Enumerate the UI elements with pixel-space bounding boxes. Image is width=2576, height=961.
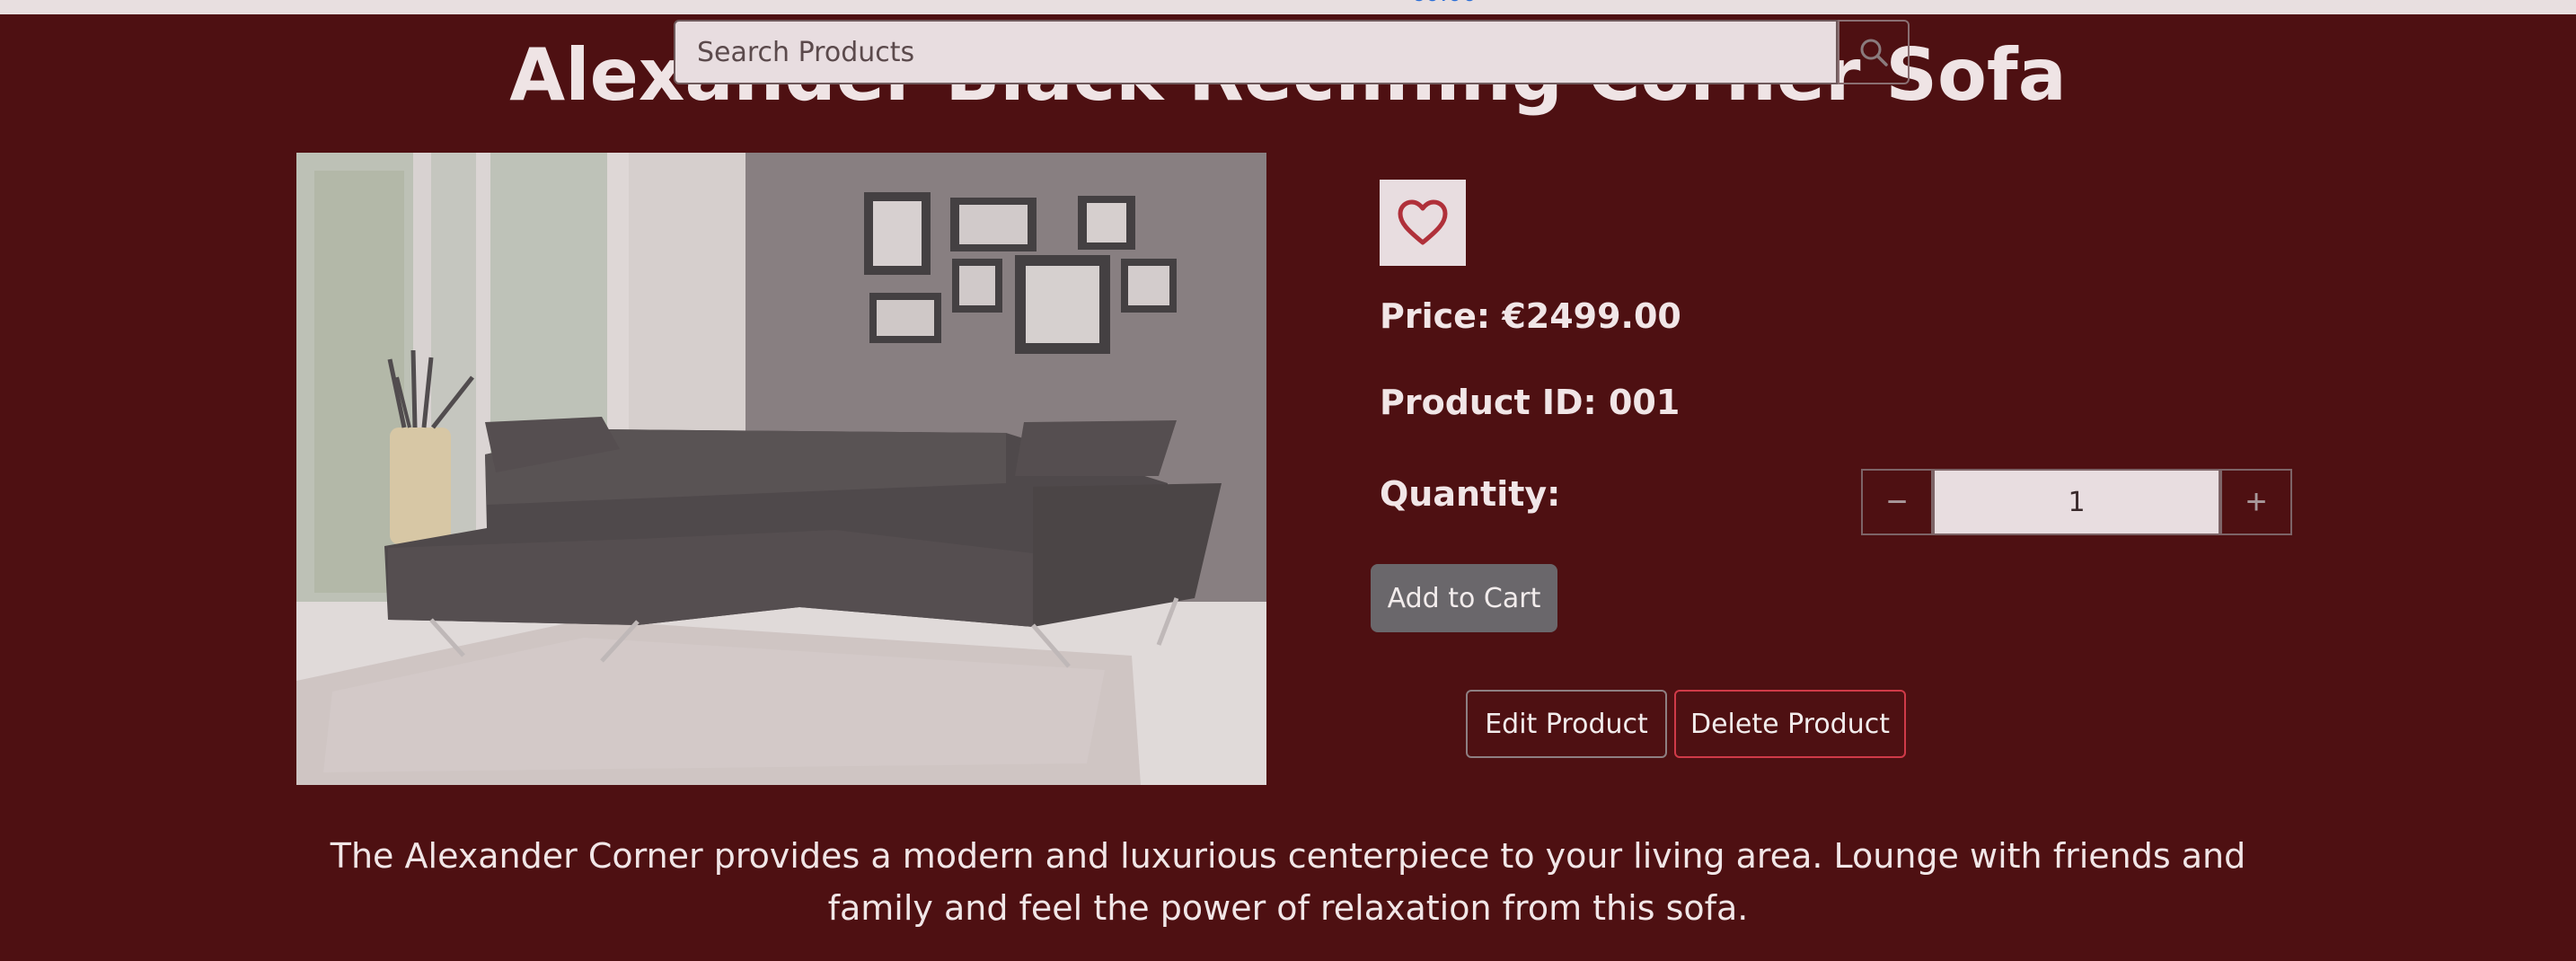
search-icon	[1860, 39, 1888, 66]
heart-icon	[1398, 199, 1448, 245]
search-input[interactable]	[674, 20, 1838, 84]
product-description: The Alexander Corner provides a modern a…	[330, 836, 2246, 928]
sofa-photo	[296, 153, 1266, 785]
search-button[interactable]	[1838, 20, 1910, 84]
favorite-button[interactable]	[1380, 180, 1466, 266]
delete-product-button[interactable]: Delete Product	[1674, 690, 1906, 758]
quantity-increase-button[interactable]: +	[2220, 469, 2292, 535]
quantity-decrease-button[interactable]: −	[1861, 469, 1933, 535]
quantity-label: Quantity:	[1380, 474, 1561, 514]
cart-total[interactable]: €0.00	[1410, 0, 1477, 7]
add-to-cart-button[interactable]: Add to Cart	[1371, 564, 1557, 632]
top-bar: €0.00	[0, 0, 2576, 14]
quantity-input[interactable]	[1933, 469, 2220, 535]
product-id-label: Product ID: 001	[1380, 383, 1681, 422]
edit-product-button[interactable]: Edit Product	[1466, 690, 1667, 758]
price-label: Price: €2499.00	[1380, 296, 1681, 336]
product-image	[296, 153, 1266, 785]
